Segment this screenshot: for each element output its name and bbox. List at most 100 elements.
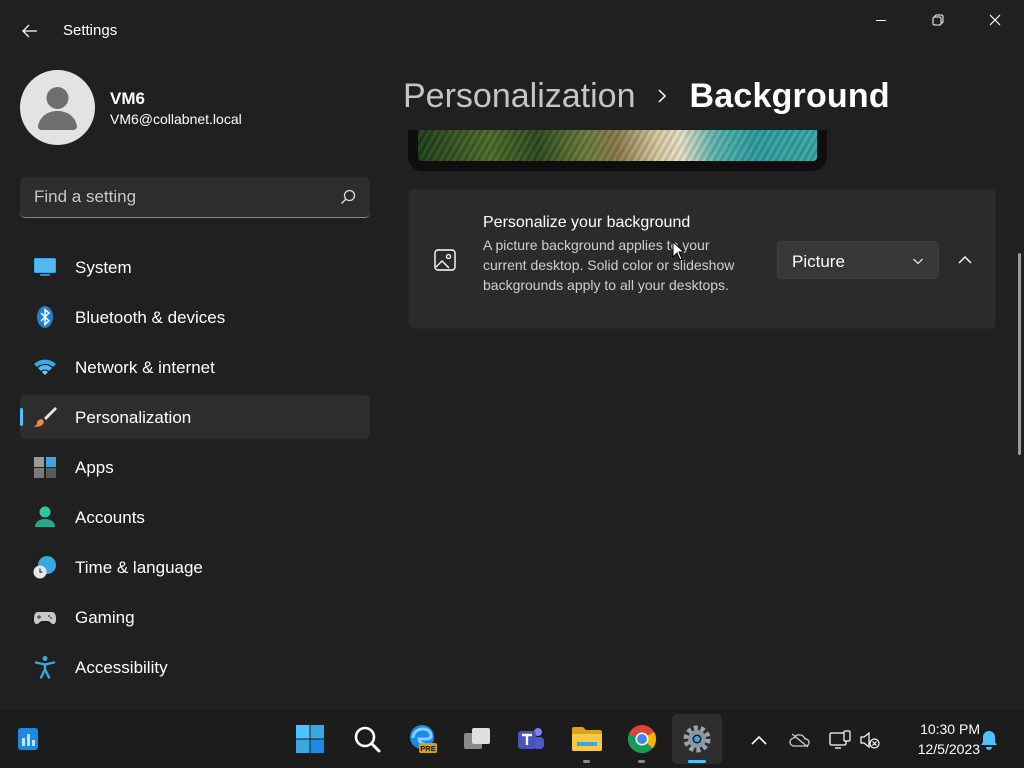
teams-button[interactable]	[515, 723, 547, 755]
user-profile[interactable]: VM6 VM6@collabnet.local	[20, 70, 370, 146]
teams-icon	[518, 728, 544, 749]
sidebar-nav: System Bluetooth & devices Network & int…	[20, 245, 370, 695]
network-tray-button[interactable]	[829, 729, 851, 751]
volume-muted-icon	[860, 731, 880, 749]
clock-date: 12/5/2023	[917, 741, 980, 757]
sidebar-item-gaming[interactable]: Gaming	[20, 595, 370, 639]
card-title: Personalize your background	[483, 214, 691, 231]
settings-window: Settings VM6 VM6@collabnet.local Find a …	[0, 0, 1024, 708]
chevron-right-icon	[658, 89, 667, 103]
edge-preview-button[interactable]: PRE	[406, 723, 438, 755]
gear-icon	[683, 725, 711, 753]
close-icon	[989, 14, 1001, 26]
onedrive-tray-button[interactable]	[789, 729, 811, 751]
chevron-down-icon	[913, 258, 923, 265]
taskbar: PRE 10:30 PM 12/5/2023	[0, 708, 1024, 768]
sidebar-item-label: Bluetooth & devices	[75, 308, 226, 327]
bluetooth-icon	[37, 306, 53, 328]
sidebar-item-accessibility[interactable]: Accessibility	[20, 645, 370, 689]
chrome-button[interactable]	[626, 723, 658, 755]
volume-tray-button[interactable]	[859, 729, 881, 751]
running-indicator	[583, 760, 590, 763]
windows-logo-icon	[296, 725, 324, 753]
search-input[interactable]	[34, 187, 324, 207]
sidebar-item-accounts[interactable]: Accounts	[20, 495, 370, 539]
breadcrumb-separator	[635, 89, 689, 103]
sidebar-item-apps[interactable]: Apps	[20, 445, 370, 489]
background-type-dropdown[interactable]: Picture	[777, 241, 939, 279]
breadcrumb: Personalization Background	[403, 74, 890, 118]
avatar	[20, 70, 95, 145]
show-hidden-icons-button[interactable]	[748, 729, 770, 751]
accounts-icon	[35, 506, 55, 527]
chevron-up-icon	[751, 735, 767, 745]
wallpaper-preview-image	[418, 130, 817, 161]
search-icon	[354, 726, 381, 753]
card-description: A picture background applies to your cur…	[483, 237, 735, 293]
sidebar-item-personalization[interactable]: Personalization	[20, 395, 370, 439]
notifications-button[interactable]	[978, 729, 1000, 751]
back-arrow-icon	[22, 24, 37, 38]
widgets-icon	[18, 728, 38, 750]
chevron-up-icon	[958, 256, 972, 264]
chrome-icon	[627, 725, 656, 754]
system-icon	[34, 258, 56, 276]
sidebar-item-network[interactable]: Network & internet	[20, 345, 370, 389]
edge-badge-label: PRE	[420, 744, 435, 753]
image-icon	[434, 249, 456, 271]
task-view-button[interactable]	[461, 723, 493, 755]
sidebar-item-time-language[interactable]: Time & language	[20, 545, 370, 589]
widgets-button[interactable]	[12, 723, 44, 755]
gamepad-icon	[34, 612, 56, 624]
app-title: Settings	[63, 22, 118, 39]
taskbar-clock[interactable]: 10:30 PM 12/5/2023	[890, 719, 980, 759]
dropdown-selected-value: Picture	[792, 252, 845, 271]
network-icon	[829, 730, 851, 749]
accessibility-icon	[34, 656, 56, 679]
bell-icon	[981, 731, 997, 750]
task-view-icon	[464, 728, 490, 749]
apps-icon	[34, 457, 56, 478]
search-icon	[341, 189, 356, 204]
settings-taskbar-button[interactable]	[681, 723, 713, 755]
sidebar-item-label: System	[75, 258, 132, 277]
sidebar-item-bluetooth[interactable]: Bluetooth & devices	[20, 295, 370, 339]
folder-icon	[572, 727, 602, 751]
user-email: VM6@collabnet.local	[110, 111, 242, 127]
scrollbar[interactable]	[1018, 253, 1021, 455]
running-indicator	[638, 760, 645, 763]
clock-time: 10:30 PM	[920, 721, 980, 737]
restore-button[interactable]	[910, 6, 966, 34]
taskbar-search-button[interactable]	[351, 723, 383, 755]
user-silhouette-icon	[38, 87, 77, 130]
title-bar: Settings	[0, 0, 1024, 60]
sidebar-item-label: Apps	[75, 458, 114, 477]
back-button[interactable]	[14, 16, 46, 46]
desktop-preview	[408, 130, 827, 171]
sidebar-item-label: Network & internet	[75, 358, 215, 377]
onedrive-offline-icon	[789, 733, 810, 748]
minimize-button[interactable]	[853, 6, 909, 34]
minimize-icon	[876, 20, 886, 21]
collapse-button[interactable]	[953, 248, 977, 272]
restore-icon	[932, 14, 944, 26]
sidebar-item-label: Gaming	[75, 608, 135, 627]
wifi-icon	[34, 359, 56, 375]
sidebar-item-label: Accessibility	[75, 658, 168, 677]
active-indicator	[688, 760, 706, 763]
breadcrumb-parent[interactable]: Personalization	[403, 77, 635, 116]
user-name: VM6	[110, 89, 145, 108]
sidebar-item-label: Personalization	[75, 408, 192, 427]
search-box[interactable]	[20, 177, 370, 218]
sidebar-item-label: Accounts	[75, 508, 145, 527]
sidebar-item-label: Time & language	[75, 558, 203, 577]
start-button[interactable]	[294, 723, 326, 755]
edge-icon: PRE	[410, 725, 437, 753]
close-button[interactable]	[967, 6, 1023, 34]
sidebar-item-system[interactable]: System	[20, 245, 370, 289]
personalize-background-card[interactable]: Personalize your background A picture ba…	[408, 189, 996, 329]
brush-icon	[34, 407, 57, 427]
page-title: Background	[689, 76, 890, 115]
file-explorer-button[interactable]	[571, 723, 603, 755]
globe-clock-icon	[33, 556, 56, 579]
